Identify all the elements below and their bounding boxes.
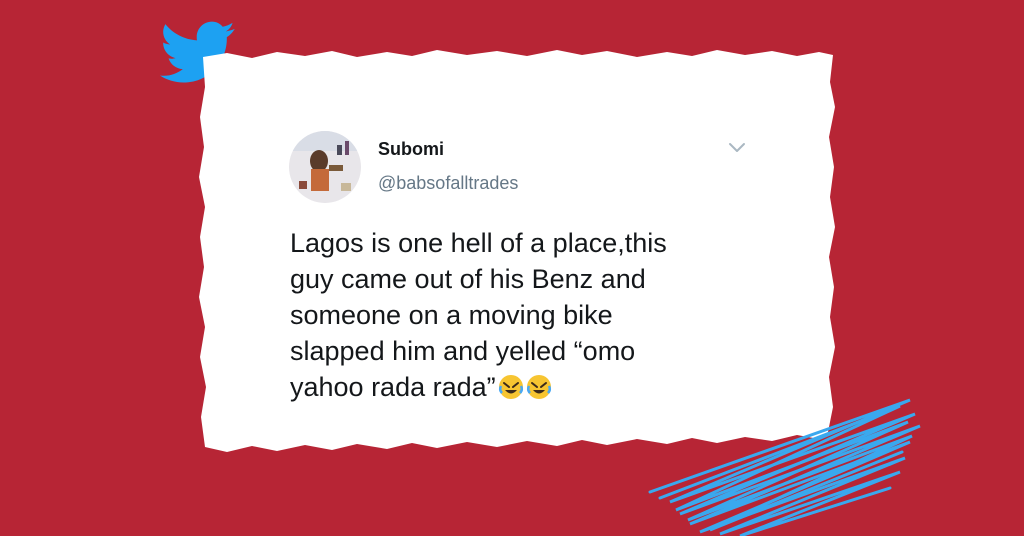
rolling-on-floor-laughing-emoji [526, 375, 551, 399]
chevron-down-icon[interactable] [727, 141, 747, 155]
rolling-on-floor-laughing-emoji [498, 375, 523, 399]
user-handle[interactable]: @babsofalltrades [378, 173, 518, 194]
display-name[interactable]: Subomi [378, 139, 444, 160]
tweet-text: Lagos is one hell of a place,this guy ca… [290, 228, 667, 402]
avatar[interactable] [289, 131, 361, 203]
tweet-text-block: Lagos is one hell of a place,this guy ca… [290, 225, 710, 405]
scribble-decoration [648, 398, 921, 536]
